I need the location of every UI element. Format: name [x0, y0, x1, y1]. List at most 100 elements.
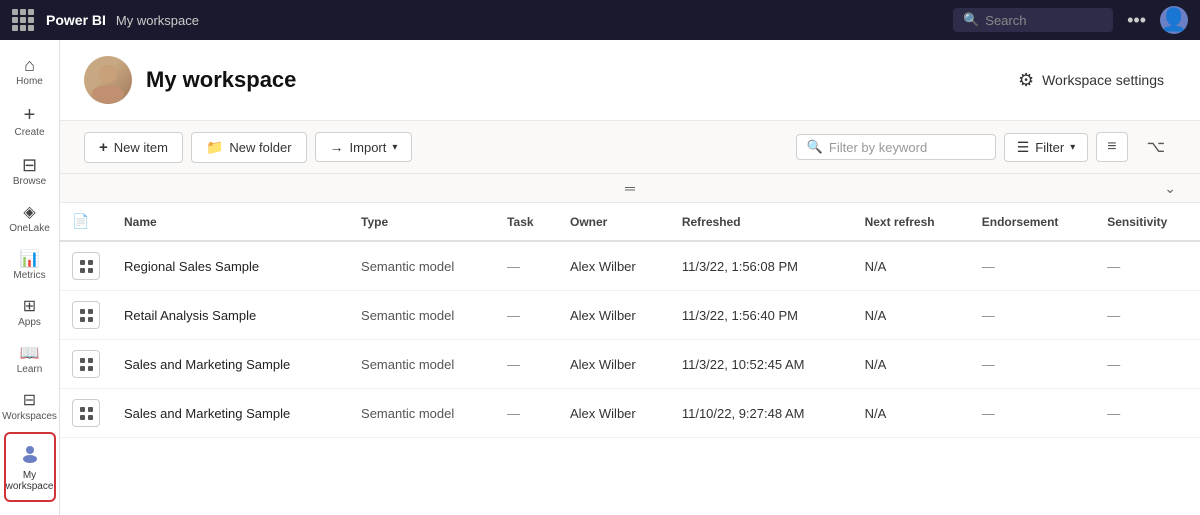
row-owner: Alex Wilber [558, 291, 670, 340]
sidebar-label-metrics: Metrics [13, 270, 45, 281]
filter-keyword-input[interactable] [829, 140, 985, 155]
file-icon: 📄 [72, 213, 89, 229]
sidebar-item-metrics[interactable]: 📊 Metrics [4, 244, 56, 289]
table-row[interactable]: Regional Sales Sample Semantic model — A… [60, 241, 1200, 291]
row-name: Regional Sales Sample [112, 241, 349, 291]
row-refreshed: 11/3/22, 1:56:08 PM [670, 241, 853, 291]
sidebar-item-myworkspace[interactable]: My workspace [4, 432, 56, 502]
row-task: — [495, 389, 558, 438]
brand-label: Power BI [46, 12, 106, 28]
sidebar-item-learn[interactable]: 📖 Learn [4, 338, 56, 383]
row-icon-cell [60, 389, 112, 438]
row-refreshed: 11/3/22, 10:52:45 AM [670, 340, 853, 389]
import-button[interactable]: → Import ▾ [315, 132, 413, 162]
workspace-title: My workspace [146, 67, 296, 93]
col-header-next-refresh[interactable]: Next refresh [853, 203, 970, 241]
sidebar-item-create[interactable]: + Create [4, 97, 56, 146]
col-header-endorsement[interactable]: Endorsement [970, 203, 1095, 241]
col-header-name[interactable]: Name [112, 203, 349, 241]
row-endorsement: — [970, 241, 1095, 291]
filter-button[interactable]: ☰ Filter ▾ [1004, 133, 1088, 162]
row-icon-cell [60, 241, 112, 291]
import-arrow-icon: → [330, 139, 344, 155]
new-folder-button[interactable]: 📁 New folder [191, 132, 307, 163]
row-refreshed: 11/10/22, 9:27:48 AM [670, 389, 853, 438]
sidebar-item-home[interactable]: ⌂ Home [4, 48, 56, 95]
row-next-refresh: N/A [853, 340, 970, 389]
row-task: — [495, 340, 558, 389]
share-view-button[interactable]: ⌥ [1136, 131, 1176, 163]
row-owner: Alex Wilber [558, 241, 670, 291]
home-icon: ⌂ [24, 56, 35, 74]
workspace-avatar [84, 56, 132, 104]
row-task: — [495, 241, 558, 291]
more-options-button[interactable]: ••• [1121, 10, 1152, 31]
table-body: Regional Sales Sample Semantic model — A… [60, 241, 1200, 438]
row-type: Semantic model [349, 241, 495, 291]
row-next-refresh: N/A [853, 241, 970, 291]
new-item-button[interactable]: + New item [84, 132, 183, 163]
list-view-icon: ≡ [1107, 138, 1116, 156]
create-icon: + [24, 105, 36, 125]
metrics-icon: 📊 [20, 252, 40, 268]
items-table: 📄 Name Type Task Owner Refreshed Next re… [60, 203, 1200, 438]
plus-icon: + [99, 139, 108, 156]
col-header-owner[interactable]: Owner [558, 203, 670, 241]
learn-icon: 📖 [20, 346, 40, 362]
new-folder-label: New folder [229, 140, 291, 155]
workspace-settings-button[interactable]: ⚙ Workspace settings [1006, 64, 1176, 97]
sidebar-item-onelake[interactable]: ◈ OneLake [4, 197, 56, 242]
workspace-settings-label: Workspace settings [1042, 72, 1164, 88]
row-item-icon [72, 350, 100, 378]
sidebar: ⌂ Home + Create ⊟ Browse ◈ OneLake 📊 Met… [0, 40, 60, 515]
col-header-icon: 📄 [60, 203, 112, 241]
row-endorsement: — [970, 340, 1095, 389]
col-header-refreshed[interactable]: Refreshed [670, 203, 853, 241]
sidebar-item-apps[interactable]: ⊞ Apps [4, 291, 56, 336]
sidebar-item-browse[interactable]: ⊟ Browse [4, 148, 56, 195]
list-view-button[interactable]: ≡ [1096, 132, 1127, 162]
search-input[interactable] [985, 13, 1103, 28]
row-sensitivity: — [1095, 389, 1200, 438]
sidebar-label-apps: Apps [18, 317, 41, 328]
import-chevron-icon: ▾ [392, 142, 397, 153]
row-name: Retail Analysis Sample [112, 291, 349, 340]
table-row[interactable]: Retail Analysis Sample Semantic model — … [60, 291, 1200, 340]
new-item-label: New item [114, 140, 168, 155]
import-label: Import [350, 140, 387, 155]
share-icon: ⌥ [1147, 137, 1165, 157]
col-header-type[interactable]: Type [349, 203, 495, 241]
global-search[interactable]: 🔍 [953, 8, 1113, 32]
filter-search-box[interactable]: 🔍 [796, 134, 996, 160]
row-name: Sales and Marketing Sample [112, 389, 349, 438]
sidebar-label-home: Home [16, 76, 43, 87]
row-type: Semantic model [349, 389, 495, 438]
row-icon-cell [60, 340, 112, 389]
filter-chevron-icon: ▾ [1070, 142, 1075, 153]
onelake-icon: ◈ [23, 205, 35, 221]
user-avatar[interactable]: 👤 [1160, 6, 1188, 34]
table-row[interactable]: Sales and Marketing Sample Semantic mode… [60, 340, 1200, 389]
apps-icon: ⊞ [23, 299, 36, 315]
sidebar-item-workspaces[interactable]: ⊟ Workspaces [4, 385, 56, 430]
search-icon: 🔍 [963, 12, 979, 28]
row-endorsement: — [970, 389, 1095, 438]
settings-gear-icon: ⚙ [1018, 70, 1034, 91]
row-icon-cell [60, 291, 112, 340]
table-row[interactable]: Sales and Marketing Sample Semantic mode… [60, 389, 1200, 438]
row-owner: Alex Wilber [558, 389, 670, 438]
collapse-chevron-icon: ⌄ [1164, 180, 1176, 197]
row-name: Sales and Marketing Sample [112, 340, 349, 389]
myworkspace-icon [19, 442, 41, 468]
browse-icon: ⊟ [22, 156, 37, 174]
row-sensitivity: — [1095, 241, 1200, 291]
col-header-sensitivity[interactable]: Sensitivity [1095, 203, 1200, 241]
apps-grid-icon[interactable] [12, 9, 34, 31]
items-table-container: 📄 Name Type Task Owner Refreshed Next re… [60, 203, 1200, 438]
row-next-refresh: N/A [853, 291, 970, 340]
workspace-nav-label: My workspace [116, 13, 199, 28]
collapse-bar[interactable]: ═ ⌄ [60, 174, 1200, 203]
col-header-task[interactable]: Task [495, 203, 558, 241]
row-task: — [495, 291, 558, 340]
folder-icon: 📁 [206, 139, 223, 156]
